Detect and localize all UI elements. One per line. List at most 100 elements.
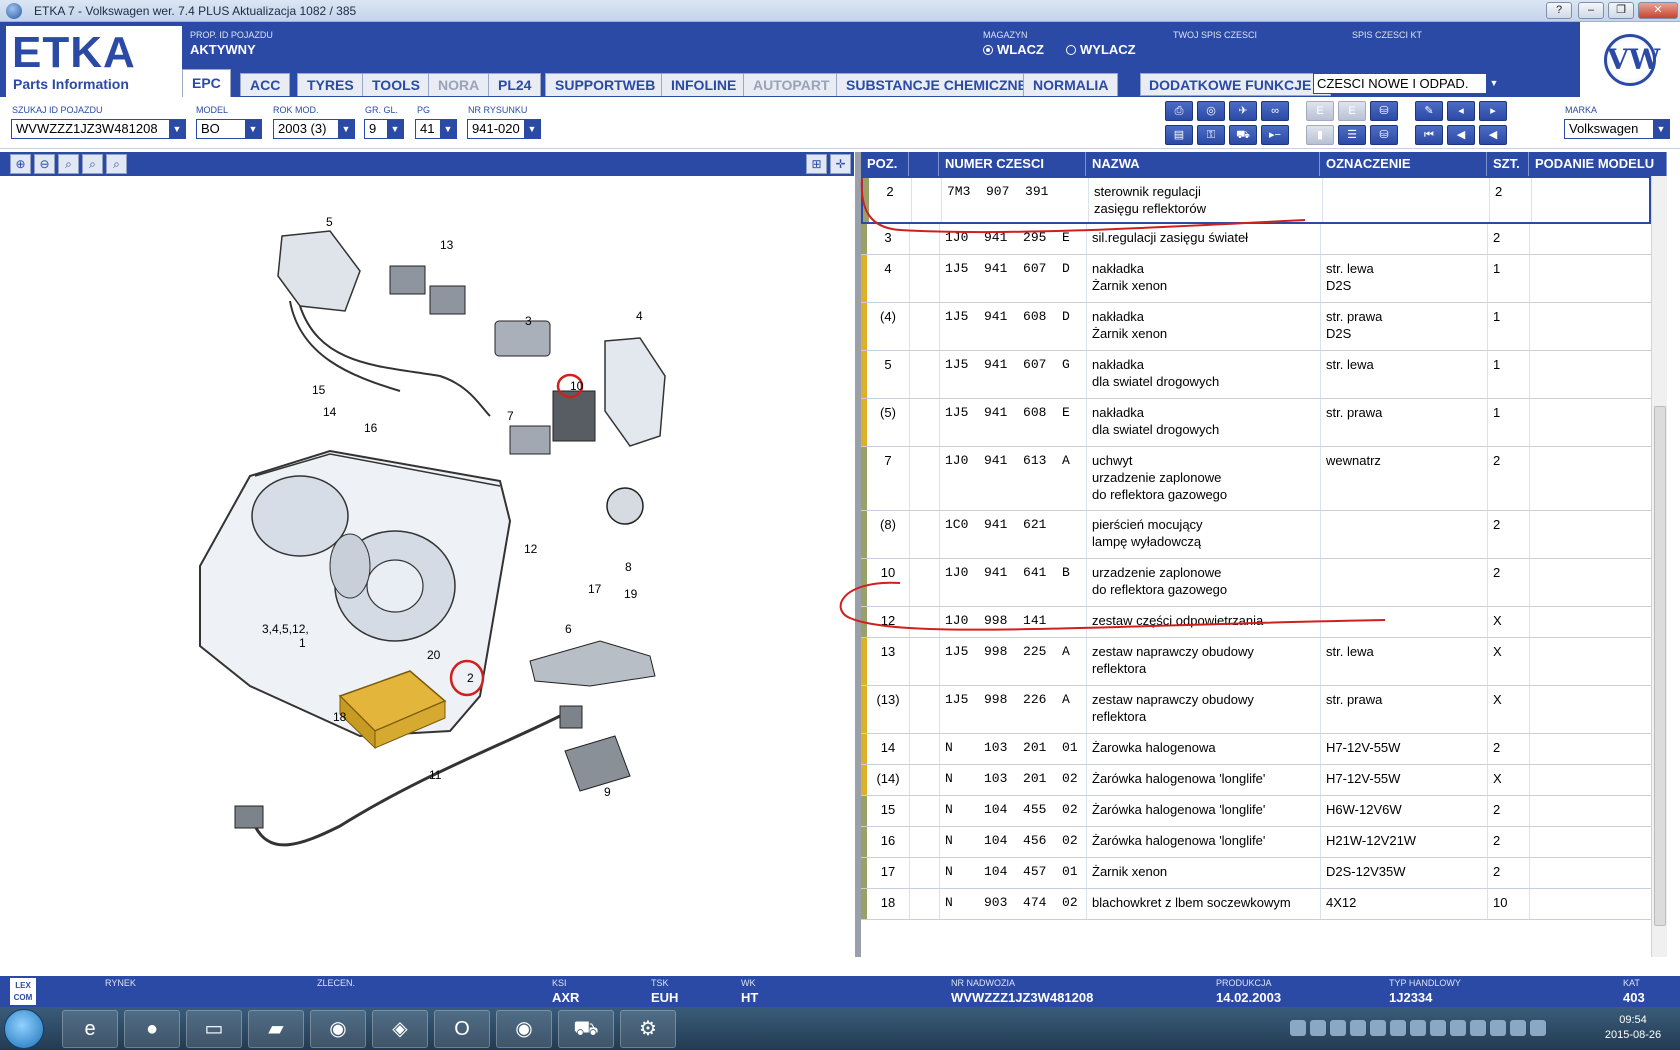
- binoculars-icon[interactable]: ∞: [1261, 101, 1289, 121]
- drawing-no-select[interactable]: 941-020 ▼: [467, 119, 541, 139]
- cart-add-icon[interactable]: ⛁: [1370, 101, 1398, 121]
- cart-icon[interactable]: ⛁: [1370, 125, 1398, 145]
- callout-label[interactable]: 16: [364, 421, 378, 435]
- table-row[interactable]: 16 N 104 456 02 Żarówka halogenowa 'longli…: [861, 827, 1651, 858]
- tray-icon[interactable]: [1410, 1020, 1426, 1036]
- car-icon[interactable]: ⛟: [1229, 125, 1257, 145]
- start-button[interactable]: [4, 1009, 44, 1049]
- tray-icon[interactable]: [1490, 1020, 1506, 1036]
- callout-label[interactable]: 5: [326, 215, 333, 229]
- parts-filter-select[interactable]: CZESCI NOWE I ODPAD. ▼: [1313, 73, 1503, 94]
- table-scrollbar[interactable]: [1651, 176, 1667, 957]
- callout-label[interactable]: 1: [299, 636, 306, 650]
- tool-app-icon[interactable]: ⚙: [620, 1010, 676, 1048]
- firefox-icon[interactable]: ●: [124, 1010, 180, 1048]
- callout-label[interactable]: 14: [323, 405, 337, 419]
- magazyn-on-radio[interactable]: WLACZ: [983, 42, 1044, 57]
- app-icon[interactable]: ◈: [372, 1010, 428, 1048]
- table-row[interactable]: 5 1J5 941 607 G nakładka dla swiatel drogo…: [861, 351, 1651, 399]
- vin-field[interactable]: WVWZZZ1JZ3W481208 ▼: [11, 119, 186, 139]
- folder-icon[interactable]: ▭: [186, 1010, 242, 1048]
- tray-icon[interactable]: [1470, 1020, 1486, 1036]
- twoj-spis-label[interactable]: TWOJ SPIS CZESCI: [1173, 30, 1257, 40]
- main-group-select[interactable]: 9 ▼: [364, 119, 404, 139]
- table-row[interactable]: 13 1J5 998 225 A zestaw naprawczy obudowy …: [861, 638, 1651, 686]
- tab-substancje-chemiczne[interactable]: SUBSTANCJE CHEMICZNE: [836, 73, 1037, 96]
- tray-icon[interactable]: [1370, 1020, 1386, 1036]
- callout-label[interactable]: 2: [467, 671, 474, 685]
- tray-icon[interactable]: [1330, 1020, 1346, 1036]
- tab-tools[interactable]: TOOLS: [362, 73, 430, 96]
- col-poz[interactable]: POZ.: [861, 152, 909, 176]
- col-name[interactable]: NAZWA: [1086, 152, 1320, 176]
- table-row[interactable]: (14) N 103 201 02 Żarówka halogenowa 'long…: [861, 765, 1651, 796]
- table-row[interactable]: 4 1J5 941 607 D nakładka Żarnik xenon str. …: [861, 255, 1651, 303]
- zoom-area-icon[interactable]: ⌕: [58, 154, 79, 174]
- tray-icon[interactable]: [1450, 1020, 1466, 1036]
- page-prev-icon[interactable]: ◂: [1447, 101, 1475, 121]
- key-icon[interactable]: ⚿: [1197, 125, 1225, 145]
- table-row[interactable]: (4) 1J5 941 608 D nakładka Żarnik xenon str…: [861, 303, 1651, 351]
- callout-label[interactable]: 19: [624, 587, 638, 601]
- callout-label[interactable]: 7: [507, 409, 514, 423]
- callout-label[interactable]: 9: [604, 785, 611, 799]
- scrollbar-thumb[interactable]: [1654, 406, 1666, 926]
- table-row[interactable]: (5) 1J5 941 608 E nakładka dla swiatel dro…: [861, 399, 1651, 447]
- zoom-fit-icon[interactable]: ⌕: [82, 154, 103, 174]
- tab-normalia[interactable]: NORMALIA: [1023, 73, 1119, 96]
- resize-icon[interactable]: ✛: [830, 154, 851, 174]
- callout-label[interactable]: 20: [427, 648, 441, 662]
- tab-supportweb[interactable]: SUPPORTWEB: [545, 73, 666, 96]
- close-button[interactable]: ✕: [1638, 2, 1678, 19]
- stamp-icon[interactable]: ◎: [1197, 101, 1225, 121]
- callout-label[interactable]: 6: [565, 622, 572, 636]
- table-row[interactable]: 15 N 104 455 02 Żarówka halogenowa 'longli…: [861, 796, 1651, 827]
- col-qty[interactable]: SZT.: [1487, 152, 1529, 176]
- callout-label[interactable]: 4: [636, 309, 643, 323]
- tab-acc[interactable]: ACC: [240, 73, 291, 96]
- table-row[interactable]: 14 N 103 201 01 Żarowka halogenowa H7-12V-5…: [861, 734, 1651, 765]
- callout-label[interactable]: 17: [588, 582, 602, 596]
- table-row[interactable]: 2 7M3 907 391 sterownik regulacji zasięgu …: [861, 176, 1651, 224]
- page-next-icon[interactable]: ▸: [1479, 101, 1507, 121]
- extra-functions-menu[interactable]: DODATKOWE FUNKCJE ▸: [1140, 73, 1332, 96]
- arrow-minus-icon[interactable]: ▸−: [1261, 125, 1289, 145]
- prev-icon[interactable]: ◀: [1479, 125, 1507, 145]
- callout-label[interactable]: 3: [525, 314, 532, 328]
- spis-kt-label[interactable]: SPIS CZESCI KT: [1352, 30, 1422, 40]
- col-designation[interactable]: OZNACZENIE: [1320, 152, 1487, 176]
- table-row[interactable]: 12 1J0 998 141 zestaw części odpowietrzani…: [861, 607, 1651, 638]
- first-icon[interactable]: ⏮: [1415, 125, 1443, 145]
- pg-select[interactable]: 41 ▼: [415, 119, 457, 139]
- volume-icon[interactable]: [1510, 1020, 1526, 1036]
- tray-icon[interactable]: [1310, 1020, 1326, 1036]
- tab-pl24[interactable]: PL24: [488, 73, 542, 96]
- callout-label[interactable]: 10: [570, 379, 584, 393]
- minimize-button[interactable]: –: [1578, 2, 1604, 19]
- tray-icon[interactable]: [1430, 1020, 1446, 1036]
- system-clock[interactable]: 09:54 2015-08-26: [1592, 1013, 1674, 1043]
- maximize-button[interactable]: ❐: [1608, 2, 1634, 19]
- table-row[interactable]: 18 N 903 474 02 blachowkret z lbem soczewk…: [861, 889, 1651, 920]
- brand-select[interactable]: Volkswagen ▼: [1564, 119, 1670, 139]
- zoom-in-icon[interactable]: ⊕: [10, 154, 31, 174]
- car-app-icon[interactable]: ⛟: [558, 1010, 614, 1048]
- table-row[interactable]: 10 1J0 941 641 B urzadzenie zaplonowe do r…: [861, 559, 1651, 607]
- ie-icon[interactable]: e: [62, 1010, 118, 1048]
- tab-epc[interactable]: EPC: [182, 69, 231, 97]
- zoom-out-icon[interactable]: ⊖: [34, 154, 55, 174]
- callout-label[interactable]: 18: [333, 710, 347, 724]
- pin-icon[interactable]: ✎: [1415, 101, 1443, 121]
- col-part-number[interactable]: NUMER CZESCI: [939, 152, 1086, 176]
- model-select[interactable]: BO ▼: [196, 119, 262, 139]
- callout-label[interactable]: 13: [440, 238, 454, 252]
- list-icon[interactable]: ☰: [1338, 125, 1366, 145]
- callout-label[interactable]: 12: [524, 542, 538, 556]
- etka-globe-icon[interactable]: ◉: [496, 1010, 552, 1048]
- print-icon[interactable]: ⎙: [1165, 101, 1193, 121]
- table-row[interactable]: 7 1J0 941 613 A uchwyt urzadzenie zaplonow…: [861, 447, 1651, 511]
- exploded-parts-drawing[interactable]: 5 13 3 4 10 15 14 16 7 12 8 17 3,4,5,12, 1 20 2 19 6 18 11 9: [0, 176, 854, 966]
- table-row[interactable]: (8) 1C0 941 621 pierścień mocujący lampę w…: [861, 511, 1651, 559]
- back-icon[interactable]: ◀: [1447, 125, 1475, 145]
- keyboard-icon[interactable]: ▤: [1165, 125, 1193, 145]
